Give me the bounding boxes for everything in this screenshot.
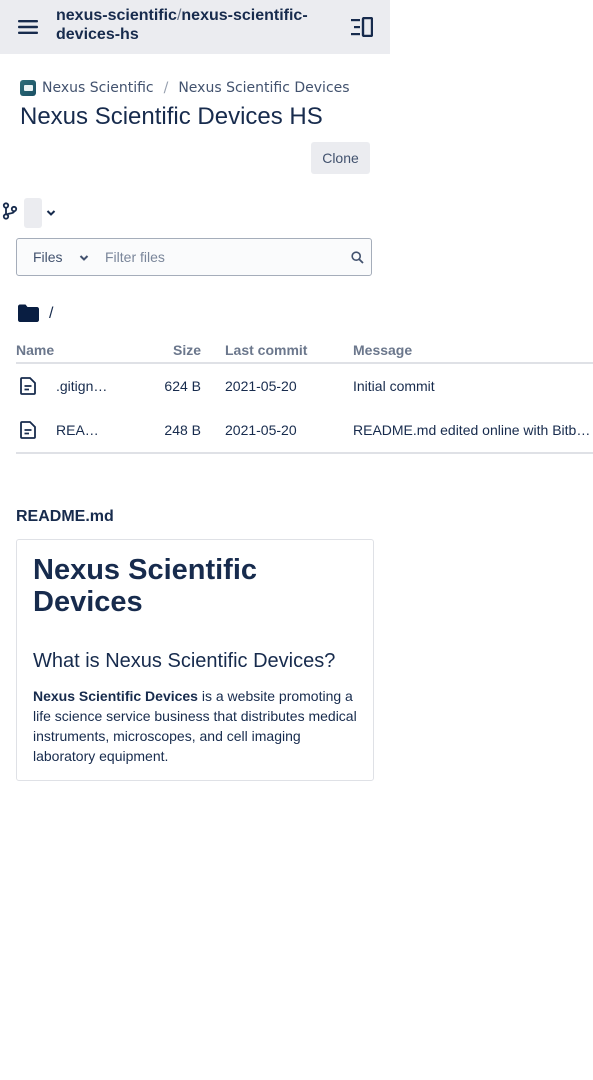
column-header-size[interactable]: Size xyxy=(136,338,201,364)
file-last-commit: 2021-05-20 xyxy=(201,408,353,454)
readme-content: Nexus Scientific Devices What is Nexus S… xyxy=(16,539,374,781)
column-header-name[interactable]: Name xyxy=(16,338,136,364)
workspace-avatar xyxy=(20,80,36,96)
chevron-down-icon[interactable] xyxy=(46,209,56,217)
table-row[interactable]: README.md 248 B 2021-05-20 README.md edi… xyxy=(16,408,593,454)
file-size: 248 B xyxy=(136,408,201,454)
search-icon[interactable] xyxy=(343,250,371,264)
current-path: / xyxy=(49,304,54,322)
repo-owner[interactable]: nexus-scientific xyxy=(56,7,177,24)
filter-type-select[interactable]: Files xyxy=(17,239,99,275)
file-size: 624 B xyxy=(164,378,201,394)
filter-type-value: Files xyxy=(33,249,63,265)
clone-button[interactable]: Clone xyxy=(311,142,370,174)
repository-title[interactable]: nexus-scientific/nexus-scientific-device… xyxy=(56,6,326,44)
readme-subtitle: What is Nexus Scientific Devices? xyxy=(33,650,336,672)
file-table: Name Size Last commit Message .gitignore… xyxy=(16,338,593,454)
branch-icon xyxy=(2,201,18,225)
file-name-link[interactable]: README.md xyxy=(56,422,108,438)
breadcrumb: Nexus Scientific / Nexus Scientific Devi… xyxy=(20,80,350,96)
hamburger-menu-icon[interactable] xyxy=(12,11,44,43)
table-header-row: Name Size Last commit Message xyxy=(16,338,593,364)
column-header-last-commit[interactable]: Last commit xyxy=(201,338,353,364)
file-icon xyxy=(20,377,44,395)
sidebar-toggle-icon[interactable] xyxy=(346,11,378,43)
column-header-message[interactable]: Message xyxy=(353,338,593,364)
top-bar: nexus-scientific/nexus-scientific-device… xyxy=(0,0,390,54)
breadcrumb-workspace-link[interactable]: Nexus Scientific xyxy=(42,80,154,96)
file-filter: Files xyxy=(16,238,372,276)
file-commit-message: Initial commit xyxy=(353,378,435,394)
branch-selector-row xyxy=(2,198,56,228)
breadcrumb-project-link[interactable]: Nexus Scientific Devices xyxy=(178,80,349,96)
readme-title: Nexus Scientific Devices xyxy=(33,554,258,618)
folder-icon[interactable] xyxy=(18,304,39,327)
path-row: / xyxy=(18,304,53,327)
file-icon xyxy=(20,421,44,439)
readme-paragraph-bold: Nexus Scientific Devices xyxy=(33,688,198,704)
file-commit-message: README.md edited online with Bitbucket xyxy=(353,422,591,438)
filter-files-input[interactable] xyxy=(99,239,343,275)
branch-selector-button[interactable] xyxy=(24,198,42,228)
readme-paragraph: Nexus Scientific Devices is a website pr… xyxy=(33,686,357,766)
file-name-link[interactable]: .gitignore xyxy=(56,378,108,394)
file-last-commit: 2021-05-20 xyxy=(225,378,297,394)
breadcrumb-separator: / xyxy=(163,80,169,96)
readme-filename: README.md xyxy=(16,508,114,525)
table-row[interactable]: .gitignore 624 B 2021-05-20 Initial comm… xyxy=(16,363,593,408)
chevron-down-icon xyxy=(79,249,89,265)
page-title: Nexus Scientific Devices HS xyxy=(20,103,323,130)
